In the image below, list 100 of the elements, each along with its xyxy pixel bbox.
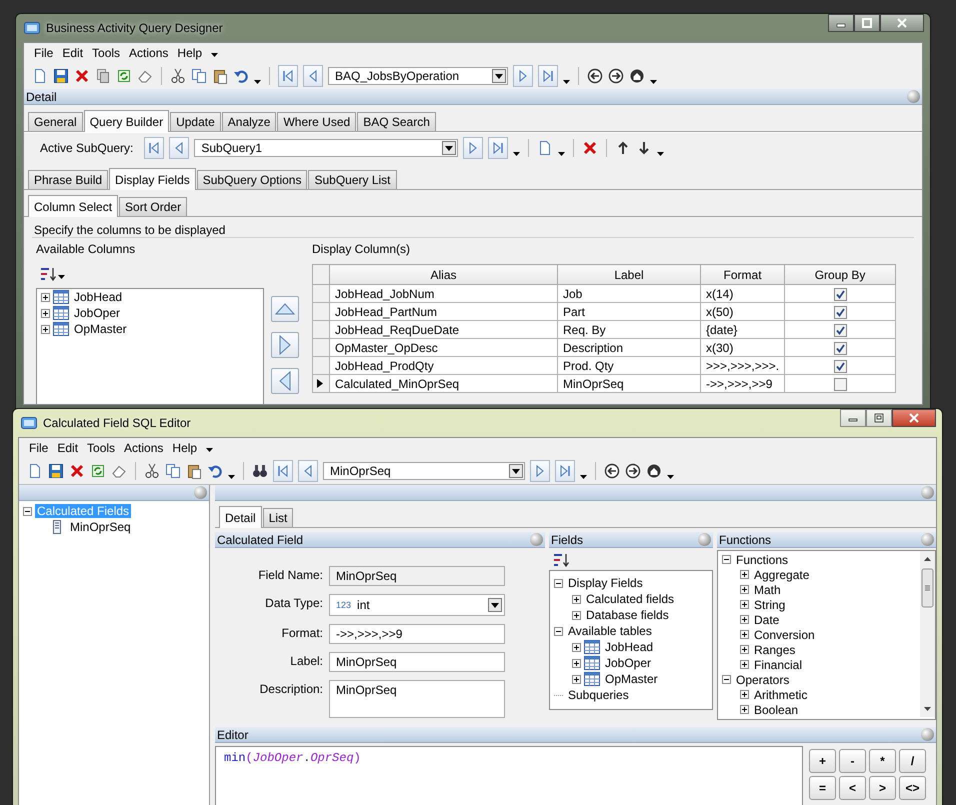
tab[interactable]: Query Builder xyxy=(84,110,170,132)
expander-icon[interactable] xyxy=(572,658,581,668)
expander-icon[interactable] xyxy=(740,570,749,579)
operator-button[interactable]: + xyxy=(809,749,836,773)
operator-button[interactable]: / xyxy=(899,749,926,773)
pin-icon[interactable] xyxy=(194,486,207,499)
minimize-button[interactable] xyxy=(828,14,854,32)
group-by-checkbox[interactable] xyxy=(834,306,847,319)
cut-icon[interactable] xyxy=(170,68,186,84)
remove-column-button[interactable] xyxy=(271,368,299,394)
expander-icon[interactable] xyxy=(740,585,749,594)
data-type-combo[interactable]: 123 int xyxy=(329,594,505,616)
code-editor[interactable]: min(JobOper.OprSeq) xyxy=(215,746,803,805)
next-record-button[interactable] xyxy=(530,460,550,482)
tab[interactable]: Update xyxy=(170,112,221,131)
close-button[interactable] xyxy=(892,409,936,427)
cut-icon[interactable] xyxy=(144,463,160,479)
undo-icon[interactable] xyxy=(207,463,223,479)
tree-item[interactable]: Database fields xyxy=(584,608,671,622)
menu-item[interactable]: Tools xyxy=(92,46,120,60)
record-combo[interactable]: MinOprSeq xyxy=(323,462,525,480)
first-record-button[interactable] xyxy=(273,460,293,482)
expander-icon[interactable] xyxy=(740,615,749,624)
delete-icon[interactable] xyxy=(582,140,598,156)
group-by-checkbox[interactable] xyxy=(834,342,847,355)
dropdown-caret-icon[interactable] xyxy=(667,474,674,479)
expander-icon[interactable] xyxy=(740,660,749,669)
input-field[interactable]: MinOprSeq xyxy=(329,680,505,718)
binoculars-icon[interactable] xyxy=(252,463,268,479)
previous-record-button[interactable] xyxy=(303,65,323,87)
tree-item[interactable]: Operators xyxy=(734,672,792,686)
sort-icon[interactable] xyxy=(553,552,569,568)
tree-item[interactable]: Financial xyxy=(752,658,804,672)
next-record-button[interactable] xyxy=(463,137,484,159)
expander-icon[interactable] xyxy=(41,292,50,302)
column-header[interactable]: Format xyxy=(700,264,785,284)
tab[interactable]: SubQuery Options xyxy=(196,170,308,189)
paste-icon[interactable] xyxy=(186,463,202,479)
tab[interactable]: Phrase Build xyxy=(28,170,108,189)
group-by-checkbox[interactable] xyxy=(834,378,847,391)
column-header[interactable]: Group By xyxy=(784,264,896,284)
dropdown-caret-icon[interactable] xyxy=(558,151,566,156)
expander-icon[interactable] xyxy=(554,578,563,588)
tab[interactable]: Sort Order xyxy=(119,197,188,216)
tree-item[interactable]: JobOper xyxy=(603,656,654,670)
dropdown-caret-icon[interactable] xyxy=(580,474,587,479)
refresh-icon[interactable] xyxy=(116,68,132,84)
column-header[interactable]: Alias xyxy=(330,264,558,284)
eraser-icon[interactable] xyxy=(137,68,153,84)
back-icon[interactable] xyxy=(604,463,620,479)
home-icon[interactable] xyxy=(646,463,662,479)
menu-item[interactable]: File xyxy=(29,441,48,455)
save-icon[interactable] xyxy=(48,463,64,479)
last-record-button[interactable] xyxy=(488,137,508,159)
subquery-combo[interactable]: SubQuery1 xyxy=(194,139,458,157)
menu-item[interactable]: Edit xyxy=(57,441,78,455)
column-header[interactable]: Label xyxy=(558,264,700,284)
tree-item[interactable]: Aggregate xyxy=(752,568,812,582)
dropdown-caret-icon[interactable] xyxy=(228,474,235,479)
operator-button[interactable]: > xyxy=(869,776,896,800)
dropdown-button[interactable] xyxy=(492,69,506,83)
pin-icon[interactable] xyxy=(907,90,920,103)
sort-icon[interactable] xyxy=(40,266,56,282)
group-by-checkbox[interactable] xyxy=(834,288,847,301)
dropdown-caret-icon[interactable] xyxy=(254,79,261,84)
tree-item[interactable]: Date xyxy=(752,612,782,626)
expander-icon[interactable] xyxy=(740,600,749,609)
forward-icon[interactable] xyxy=(625,463,641,479)
previous-record-button[interactable] xyxy=(298,460,318,482)
first-record-button[interactable] xyxy=(278,65,298,87)
tree-item[interactable]: Ranges xyxy=(752,642,798,656)
expander-icon[interactable] xyxy=(740,705,749,714)
tab[interactable]: Detail xyxy=(219,506,262,528)
expander-icon[interactable] xyxy=(572,610,581,620)
minimize-button[interactable] xyxy=(840,409,866,427)
paste-icon[interactable] xyxy=(212,68,228,84)
tree-item[interactable]: Subqueries xyxy=(566,688,631,702)
tree-item[interactable]: MinOprSeq xyxy=(68,520,133,534)
copy-icon[interactable] xyxy=(95,68,111,84)
expander-icon[interactable] xyxy=(740,690,749,699)
menu-item[interactable]: Edit xyxy=(62,46,84,60)
expander-icon[interactable] xyxy=(722,675,731,684)
scrollbar[interactable] xyxy=(920,551,935,717)
expander-icon[interactable] xyxy=(740,645,749,654)
menu-item[interactable]: Actions xyxy=(124,441,164,455)
forward-icon[interactable] xyxy=(608,68,624,84)
dropdown-caret-icon[interactable] xyxy=(563,79,570,84)
undo-icon[interactable] xyxy=(233,68,249,84)
expander-icon[interactable] xyxy=(572,674,581,684)
tree-item[interactable]: OpMaster xyxy=(72,322,129,336)
tree-item[interactable]: Math xyxy=(752,582,783,596)
move-up-button[interactable] xyxy=(271,296,299,322)
tab[interactable]: Display Fields xyxy=(109,168,196,190)
tab[interactable]: General xyxy=(28,112,83,131)
input-field[interactable]: ->>,>>>,>>9 xyxy=(329,624,505,644)
eraser-icon[interactable] xyxy=(111,463,127,479)
tab[interactable]: Where Used xyxy=(277,112,356,131)
row-selector[interactable] xyxy=(312,374,330,392)
expander-icon[interactable] xyxy=(554,626,563,636)
record-combo[interactable]: BAQ_JobsByOperation xyxy=(328,67,508,85)
